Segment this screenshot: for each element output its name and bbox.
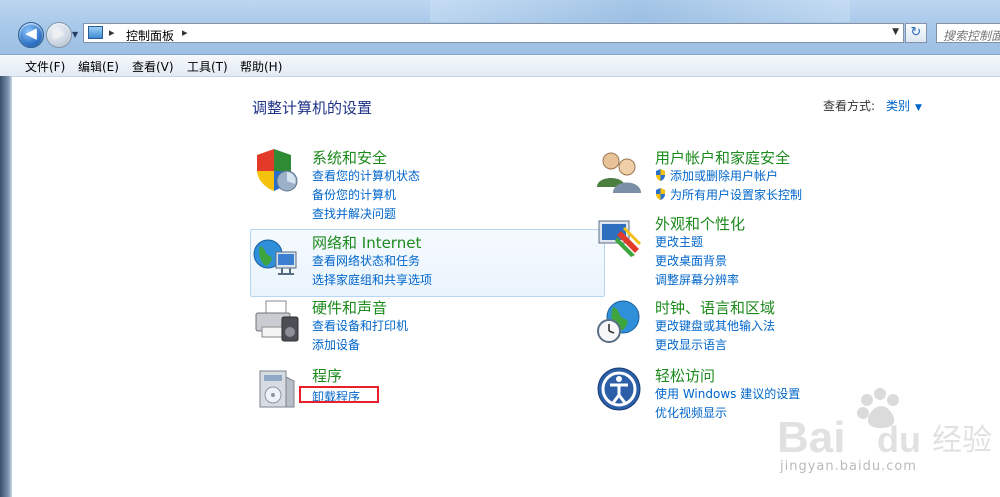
link-change-theme[interactable]: 更改主题 (655, 233, 703, 250)
window-title-bar: ◀ ▶ ▼ ▸ 控制面板 ▸ ▼ ↻ 搜索控制面 (0, 0, 1000, 55)
clock-globe-icon[interactable] (595, 297, 643, 345)
link-devices-printers[interactable]: 查看设备和打印机 (312, 317, 408, 334)
main-content: 调整计算机的设置 查看方式: 类别 ▼ 系统和安全 查看您的计算机状态 备份您的计… (12, 77, 1000, 497)
uac-shield-icon (656, 169, 665, 181)
refresh-icon: ↻ (910, 25, 922, 40)
link-backup-computer[interactable]: 备份您的计算机 (312, 186, 396, 203)
category-appearance: 外观和个性化 更改主题 更改桌面背景 调整屏幕分辨率 (595, 213, 895, 288)
link-desktop-background[interactable]: 更改桌面背景 (655, 252, 727, 269)
history-dropdown-icon[interactable]: ▼ (72, 30, 78, 39)
link-change-keyboard[interactable]: 更改键盘或其他输入法 (655, 317, 775, 334)
chevron-down-icon[interactable]: ▼ (915, 103, 922, 113)
link-label[interactable]: 为所有用户设置家长控制 (670, 188, 802, 202)
navigation-pane-edge (0, 76, 12, 497)
network-globe-icon[interactable] (252, 232, 300, 280)
title-glow (430, 0, 850, 22)
category-title[interactable]: 外观和个性化 (655, 213, 745, 234)
menu-file[interactable]: 文件(F) (25, 58, 65, 75)
link-screen-resolution[interactable]: 调整屏幕分辨率 (655, 271, 739, 288)
link-network-status[interactable]: 查看网络状态和任务 (312, 252, 420, 269)
category-user-accounts: 用户帐户和家庭安全 添加或删除用户帐户 为所有用户设置家长控制 (595, 147, 895, 207)
ease-of-access-icon[interactable] (595, 365, 643, 413)
address-bar[interactable]: ▸ 控制面板 ▸ ▼ (83, 23, 904, 43)
forward-arrow-icon: ▶ (53, 24, 65, 42)
appearance-icon[interactable] (595, 213, 643, 261)
link-find-fix-problems[interactable]: 查找并解决问题 (312, 205, 396, 222)
category-title[interactable]: 硬件和声音 (312, 297, 387, 318)
link-homegroup-sharing[interactable]: 选择家庭组和共享选项 (312, 271, 432, 288)
forward-button[interactable]: ▶ (46, 22, 72, 48)
category-clock-language-region: 时钟、语言和区域 更改键盘或其他输入法 更改显示语言 (595, 297, 895, 357)
link-add-remove-accounts[interactable]: 添加或删除用户帐户 (655, 167, 778, 184)
category-title[interactable]: 用户帐户和家庭安全 (655, 147, 790, 168)
link-view-computer-status[interactable]: 查看您的计算机状态 (312, 167, 420, 184)
link-label[interactable]: 添加或删除用户帐户 (670, 169, 778, 183)
link-display-language[interactable]: 更改显示语言 (655, 336, 727, 353)
programs-icon[interactable] (252, 365, 300, 413)
category-programs: 程序 卸载程序 (252, 365, 552, 415)
highlight-annotation (299, 386, 379, 403)
back-button[interactable]: ◀ (18, 22, 44, 48)
address-dropdown-icon[interactable]: ▼ (892, 27, 899, 37)
back-arrow-icon: ◀ (25, 24, 37, 42)
printer-icon[interactable] (252, 297, 300, 345)
category-title[interactable]: 网络和 Internet (312, 232, 421, 253)
baidu-watermark-logo: Bai du 经验 (777, 388, 992, 462)
link-add-device[interactable]: 添加设备 (312, 336, 360, 353)
menu-edit[interactable]: 编辑(E) (78, 58, 119, 75)
link-optimize-display[interactable]: 优化视频显示 (655, 404, 727, 421)
breadcrumb-chevron-icon[interactable]: ▸ (109, 26, 115, 39)
page-title: 调整计算机的设置 (252, 99, 373, 117)
menu-help[interactable]: 帮助(H) (240, 58, 282, 75)
menu-bar: 文件(F) 编辑(E) 查看(V) 工具(T) 帮助(H) (0, 55, 1000, 77)
uac-shield-icon (656, 188, 665, 200)
watermark-site-text: jingyan.baidu.com (780, 459, 917, 474)
category-title[interactable]: 时钟、语言和区域 (655, 297, 775, 318)
menu-view[interactable]: 查看(V) (132, 58, 174, 75)
category-title[interactable]: 轻松访问 (655, 365, 715, 386)
breadcrumb-control-panel[interactable]: 控制面板 (126, 27, 174, 44)
link-parental-controls[interactable]: 为所有用户设置家长控制 (655, 186, 802, 203)
view-by-dropdown[interactable]: 类别 ▼ (886, 97, 922, 114)
breadcrumb-chevron-icon[interactable]: ▸ (182, 26, 188, 39)
svg-text:du: du (877, 419, 921, 460)
view-by-label: 查看方式: (823, 99, 876, 113)
svg-text:Bai: Bai (777, 413, 845, 462)
search-placeholder: 搜索控制面 (943, 29, 1000, 43)
category-title[interactable]: 程序 (312, 365, 342, 386)
menu-tools[interactable]: 工具(T) (187, 58, 228, 75)
category-system-security: 系统和安全 查看您的计算机状态 备份您的计算机 查找并解决问题 (252, 147, 552, 222)
users-icon[interactable] (595, 147, 643, 195)
shield-icon[interactable] (252, 147, 300, 195)
category-network-internet: 网络和 Internet 查看网络状态和任务 选择家庭组和共享选项 (252, 232, 552, 292)
control-panel-icon (88, 26, 103, 39)
svg-text:经验: 经验 (932, 423, 992, 458)
view-by-value[interactable]: 类别 (886, 99, 910, 113)
category-title[interactable]: 系统和安全 (312, 147, 387, 168)
refresh-button[interactable]: ↻ (905, 23, 927, 43)
search-input[interactable]: 搜索控制面 (936, 23, 1000, 43)
category-hardware-sound: 硬件和声音 查看设备和打印机 添加设备 (252, 297, 552, 357)
